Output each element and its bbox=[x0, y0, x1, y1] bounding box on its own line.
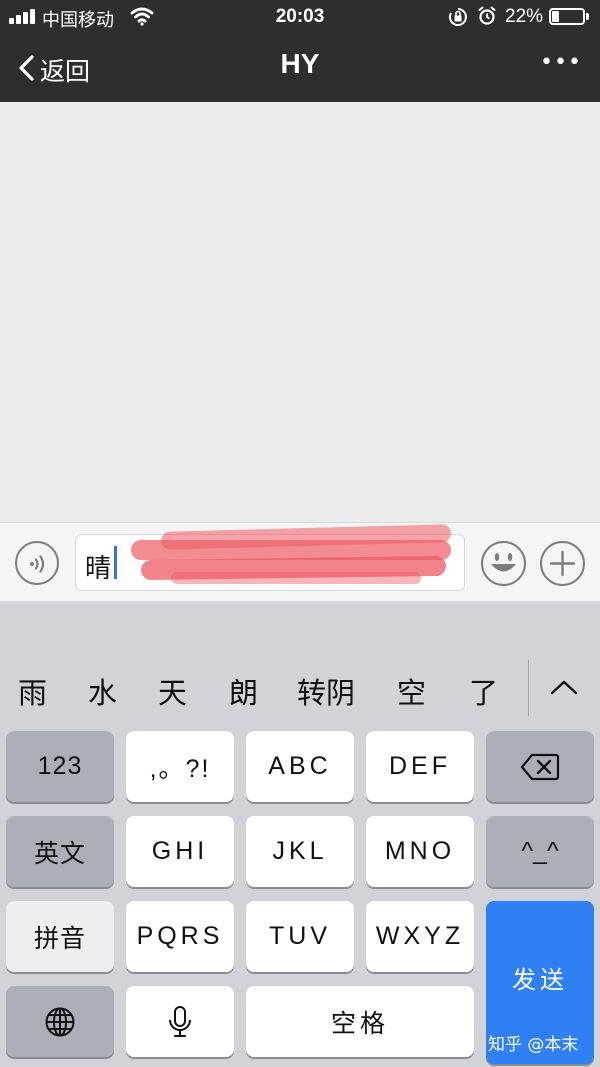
key-punctuation[interactable]: ,。?! bbox=[126, 731, 234, 802]
text-cursor bbox=[114, 546, 117, 579]
candidate-word[interactable]: 空 bbox=[397, 670, 426, 712]
more-button[interactable]: ••• bbox=[540, 50, 582, 75]
key-mno[interactable]: MNO bbox=[366, 816, 474, 887]
candidate-word[interactable]: 水 bbox=[88, 670, 117, 712]
key-globe[interactable] bbox=[6, 986, 114, 1057]
chat-title: HY bbox=[280, 48, 320, 79]
candidate-bar: 雨 水 天 朗 转阴 空 了 bbox=[0, 650, 600, 726]
key-wxyz[interactable]: WXYZ bbox=[366, 901, 474, 972]
rotation-lock-icon bbox=[448, 8, 467, 26]
more-functions-button[interactable] bbox=[540, 541, 585, 586]
key-english[interactable]: 英文 bbox=[6, 816, 114, 887]
candidate-word[interactable]: 转阴 bbox=[297, 670, 355, 712]
microphone-icon bbox=[169, 1005, 191, 1037]
space-bar[interactable]: 空格 bbox=[246, 986, 474, 1057]
keyboard: 雨 水 天 朗 转阴 空 了 123 ,。?! ABC DEF 英文 GHI J… bbox=[0, 602, 600, 1067]
key-tuv[interactable]: TUV bbox=[246, 901, 354, 972]
candidate-word[interactable]: 了 bbox=[469, 670, 498, 712]
message-input[interactable]: 晴 bbox=[75, 524, 465, 591]
input-text: 晴 bbox=[85, 554, 112, 584]
candidate-word[interactable]: 朗 bbox=[229, 670, 258, 712]
status-bar: 中国移动 20:03 22% bbox=[0, 0, 600, 34]
emoji-button[interactable] bbox=[481, 541, 526, 586]
key-delete[interactable] bbox=[486, 731, 594, 802]
candidate-word[interactable]: 雨 bbox=[18, 670, 47, 712]
nav-bar: 返回 HY ••• bbox=[0, 34, 600, 102]
voice-button[interactable] bbox=[15, 541, 59, 585]
input-bar: 晴 bbox=[0, 522, 600, 602]
redaction-scribble bbox=[131, 524, 461, 588]
key-emoticon[interactable]: ^_^ bbox=[486, 816, 594, 887]
key-def[interactable]: DEF bbox=[366, 731, 474, 802]
key-voice-input[interactable] bbox=[126, 986, 234, 1057]
globe-icon bbox=[45, 1007, 75, 1036]
battery-percent: 22% bbox=[505, 6, 544, 27]
candidate-divider bbox=[528, 660, 529, 716]
voice-icon bbox=[30, 555, 45, 573]
key-abc[interactable]: ABC bbox=[246, 731, 354, 802]
key-pinyin[interactable]: 拼音 bbox=[6, 901, 114, 972]
key-123[interactable]: 123 bbox=[6, 731, 114, 802]
candidate-word[interactable]: 天 bbox=[158, 670, 187, 712]
smiley-icon bbox=[491, 553, 516, 572]
battery-icon bbox=[549, 8, 585, 25]
expand-candidates-icon[interactable] bbox=[549, 678, 579, 696]
key-ghi[interactable]: GHI bbox=[126, 816, 234, 887]
alarm-icon bbox=[478, 6, 496, 25]
plus-icon bbox=[549, 550, 576, 577]
backspace-icon bbox=[520, 753, 560, 780]
key-jkl[interactable]: JKL bbox=[246, 816, 354, 887]
message-list[interactable] bbox=[0, 102, 600, 522]
key-pqrs[interactable]: PQRS bbox=[126, 901, 234, 972]
watermark: 知乎 @本末 bbox=[488, 1035, 579, 1055]
